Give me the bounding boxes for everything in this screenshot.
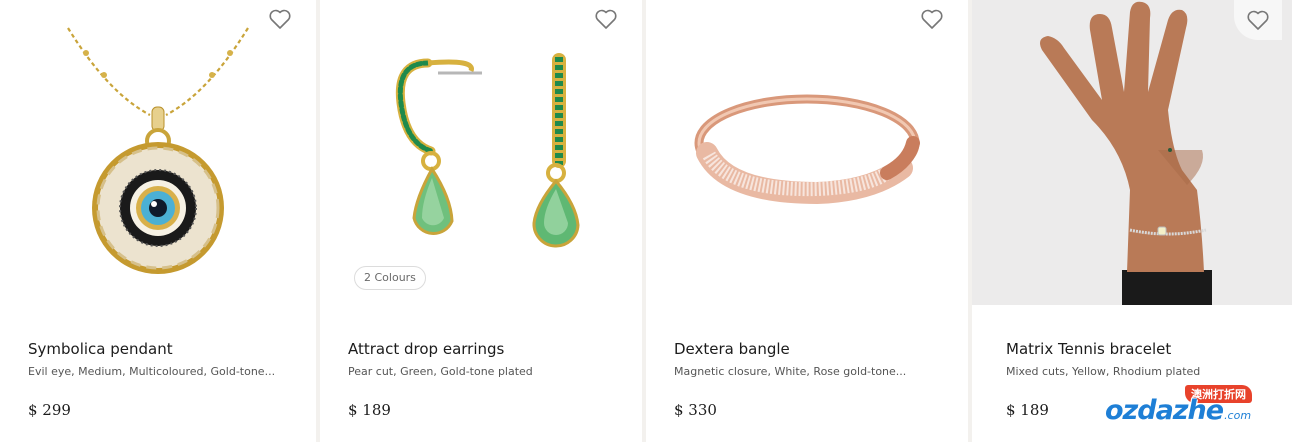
product-card[interactable]: Symbolica pendant Evil eye, Medium, Mult… [0,0,316,442]
product-card[interactable]: Matrix Tennis bracelet Mixed cuts, Yello… [972,0,1292,442]
product-card[interactable]: 2 Colours Attract drop earrings Pear cut… [320,0,642,442]
pendant-image [67,26,249,274]
product-description: Pear cut, Green, Gold-tone plated [348,365,533,378]
wishlist-button[interactable] [918,6,946,32]
product-price: $ 189 [348,401,391,419]
heart-outline-icon [595,9,617,29]
product-card[interactable]: Dextera bangle Magnetic closure, White, … [646,0,968,442]
product-price: $ 189 [1006,401,1049,419]
product-image-earrings[interactable] [320,0,642,305]
product-image-bangle[interactable] [646,0,968,305]
bracelet-on-hand-image [972,0,1292,305]
wishlist-button[interactable] [1234,0,1282,40]
earrings-image [395,52,580,247]
watermark-logo-text: ozdazhe [1105,395,1224,426]
colour-count-badge[interactable]: 2 Colours [354,266,426,290]
product-description: Evil eye, Medium, Multicoloured, Gold-to… [28,365,276,378]
watermark-logo: ozdazhe .com [1105,395,1251,426]
product-grid: Symbolica pendant Evil eye, Medium, Mult… [0,0,1292,442]
product-description: Magnetic closure, White, Rose gold-tone.… [674,365,907,378]
bangle-image [694,94,920,204]
watermark-domain: .com [1224,409,1252,422]
product-image-bracelet[interactable] [972,0,1292,305]
product-name[interactable]: Dextera bangle [674,340,790,358]
product-description: Mixed cuts, Yellow, Rhodium plated [1006,365,1201,378]
site-watermark: 澳洲打折网 ozdazhe .com [1105,385,1285,437]
product-price: $ 299 [28,401,71,419]
product-image-pendant[interactable] [0,0,316,305]
product-name[interactable]: Attract drop earrings [348,340,504,358]
heart-outline-icon [921,9,943,29]
product-name[interactable]: Symbolica pendant [28,340,173,358]
wishlist-button[interactable] [592,6,620,32]
heart-outline-icon [1247,10,1269,30]
product-name[interactable]: Matrix Tennis bracelet [1006,340,1171,358]
heart-outline-icon [269,9,291,29]
wishlist-button[interactable] [266,6,294,32]
product-price: $ 330 [674,401,717,419]
